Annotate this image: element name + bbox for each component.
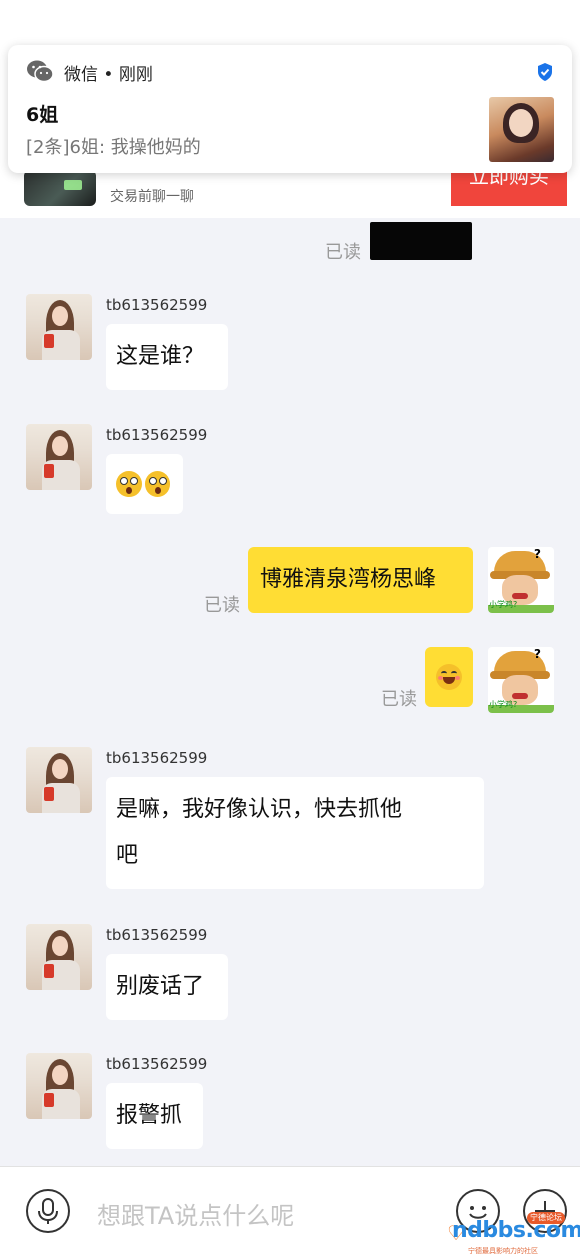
message-bubble[interactable] xyxy=(106,454,183,514)
verified-shield-icon xyxy=(538,63,552,81)
message-text-line: 吧 xyxy=(116,843,139,868)
contact-avatar[interactable] xyxy=(26,924,92,990)
read-status: 已读 xyxy=(381,689,417,710)
message-bubble[interactable]: 报警抓 xyxy=(106,1083,203,1149)
product-thumbnail[interactable] xyxy=(24,170,96,206)
astonished-emoji-icon xyxy=(144,471,170,497)
read-status: 已读 xyxy=(325,242,361,263)
contact-avatar[interactable] xyxy=(26,294,92,360)
my-message-bubble[interactable]: 博雅清泉湾杨思峰 xyxy=(248,547,473,613)
notification-body: [2条]6姐: 我操他妈的 xyxy=(26,137,201,158)
contact-name: tb613562599 xyxy=(106,426,208,444)
product-subtitle: 交易前聊一聊 xyxy=(110,189,194,205)
my-avatar[interactable]: ? 小学鸡? xyxy=(488,647,554,713)
message-bubble[interactable]: 是嘛，我好像认识，快去抓他 吧 xyxy=(106,777,484,889)
read-status: 已读 xyxy=(204,595,240,616)
notification-title: 6姐 xyxy=(26,104,59,126)
contact-avatar[interactable] xyxy=(26,747,92,813)
avatar-caption: 小学鸡? xyxy=(489,600,518,609)
microphone-icon xyxy=(38,1198,58,1224)
message-bubble[interactable]: 这是谁？ xyxy=(106,324,228,390)
contact-avatar[interactable] xyxy=(26,424,92,490)
notification-thumbnail xyxy=(489,97,554,162)
contact-name: tb613562599 xyxy=(106,926,208,944)
contact-name: tb613562599 xyxy=(106,1055,208,1073)
redacted-message xyxy=(370,222,472,260)
astonished-emoji-icon xyxy=(116,471,142,497)
message-bubble[interactable]: 别废话了 xyxy=(106,954,228,1020)
my-message-bubble[interactable] xyxy=(425,647,473,707)
message-input[interactable]: 想跟TA说点什么呢 xyxy=(97,1196,294,1231)
smile-emoji-icon xyxy=(436,664,462,690)
message-text-line: 是嘛，我好像认识，快去抓他 xyxy=(116,797,403,822)
contact-name: tb613562599 xyxy=(106,749,208,767)
avatar-caption: 小学鸡? xyxy=(489,700,518,709)
contact-avatar[interactable] xyxy=(26,1053,92,1119)
wechat-icon xyxy=(27,60,54,83)
watermark-logo: ndbbs.com xyxy=(452,1218,580,1243)
watermark-subtitle: 宁德最具影响力的社区 xyxy=(468,1247,538,1255)
my-avatar[interactable]: ? 小学鸡? xyxy=(488,547,554,613)
contact-name: tb613562599 xyxy=(106,296,208,314)
voice-button[interactable] xyxy=(26,1189,70,1233)
notification-app-label: 微信 • 刚刚 xyxy=(64,65,153,85)
